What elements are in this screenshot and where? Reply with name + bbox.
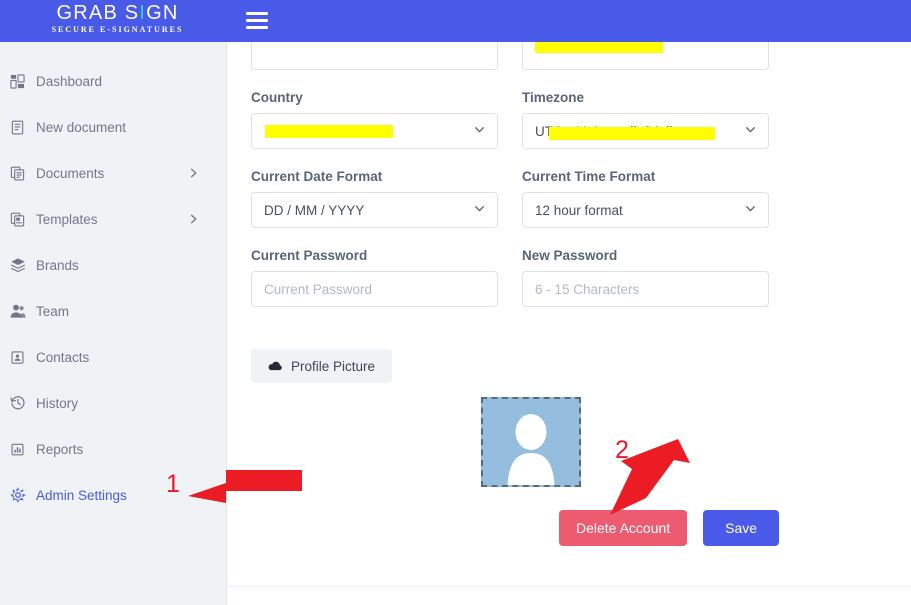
timezone-select[interactable]: UTC +11 Australia/Melbourne (522, 113, 769, 149)
timezone-label: Timezone (522, 90, 585, 105)
sidebar-item-team[interactable]: Team (0, 296, 226, 326)
country-select[interactable] (251, 113, 498, 149)
sidebar-item-new-document[interactable]: New document (0, 112, 226, 142)
dashboard-grid-icon (10, 72, 36, 90)
bar-chart-icon (10, 440, 36, 458)
redaction-highlight (535, 42, 663, 53)
contact-card-icon (10, 348, 36, 366)
form-field-top-right (522, 42, 769, 70)
row-spacer (251, 70, 801, 90)
form-field-new-password: New Password 6 - 15 Characters (522, 248, 769, 307)
sidebar-item-label: New document (36, 119, 127, 135)
hamburger-bar-2 (246, 19, 268, 22)
form-actions: Delete Account Save (559, 510, 780, 546)
top-left-input[interactable] (251, 42, 498, 70)
chevron-down-icon (744, 123, 757, 139)
profile-picture-upload-button[interactable]: Profile Picture (251, 349, 393, 383)
chevron-down-icon (473, 202, 486, 218)
sidebar-item-contacts[interactable]: Contacts (0, 342, 226, 372)
sidebar-item-label: Admin Settings (36, 487, 127, 503)
sidebar-item-label: History (36, 395, 79, 411)
new-password-placeholder: 6 - 15 Characters (535, 281, 640, 297)
time-format-label: Current Time Format (522, 169, 656, 184)
app-root: GRAB SIGN SECURE E-SIGNATURES Dashboard … (0, 0, 911, 605)
logo-tagline: SECURE E-SIGNATURES (51, 25, 184, 34)
new-password-input[interactable]: 6 - 15 Characters (522, 271, 769, 307)
current-password-placeholder: Current Password (264, 281, 373, 297)
people-icon (10, 302, 36, 320)
account-settings-form: Country Timezone UTC +11 Australia/Melbo… (251, 42, 801, 307)
clock-history-icon (10, 394, 36, 412)
logo-text-post: GN (146, 2, 179, 24)
sidebar-item-history[interactable]: History (0, 388, 226, 418)
sidebar-item-documents[interactable]: Documents (0, 158, 226, 188)
chevron-down-icon (744, 202, 757, 218)
form-field-time-format: Current Time Format 12 hour format (522, 169, 769, 228)
form-row-formats: Current Date Format DD / MM / YYYY Curre… (251, 169, 801, 228)
content-bottom-divider (228, 586, 911, 587)
sidebar-item-admin-settings[interactable]: Admin Settings (0, 480, 226, 510)
documents-stack-icon (10, 164, 36, 182)
row-spacer (251, 228, 801, 248)
sidebar-item-label: Templates (36, 211, 98, 227)
logo-pen-i-icon: I (139, 2, 147, 24)
main-content-area: Country Timezone UTC +11 Australia/Melbo… (228, 42, 911, 605)
redaction-highlight (549, 127, 715, 140)
sidebar-item-brands[interactable]: Brands (0, 250, 226, 280)
country-label: Country (251, 90, 303, 105)
brand-logo[interactable]: GRAB SIGN SECURE E-SIGNATURES (45, 2, 190, 36)
current-password-label: Current Password (251, 248, 368, 263)
document-icon (10, 118, 36, 136)
chevron-right-icon (188, 214, 199, 225)
default-user-avatar-icon (495, 409, 567, 485)
form-field-timezone: Timezone UTC +11 Australia/Melbourne (522, 90, 769, 149)
sidebar-nav: Dashboard New document Documents Templat… (0, 42, 227, 605)
chevron-right-icon (188, 168, 199, 179)
form-field-date-format: Current Date Format DD / MM / YYYY (251, 169, 498, 228)
annotation-number-2: 2 (615, 436, 629, 464)
sidebar-item-label: Brands (36, 257, 79, 273)
profile-picture-avatar[interactable] (481, 397, 581, 487)
current-password-input[interactable]: Current Password (251, 271, 498, 307)
hamburger-bar-1 (246, 12, 268, 15)
time-format-value: 12 hour format (535, 202, 623, 218)
sidebar-item-templates[interactable]: Templates (0, 204, 226, 234)
delete-account-button[interactable]: Delete Account (559, 510, 688, 546)
time-format-select[interactable]: 12 hour format (522, 192, 769, 228)
row-spacer (251, 149, 801, 169)
top-header-bar: GRAB SIGN SECURE E-SIGNATURES (0, 0, 911, 42)
sidebar-item-label: Contacts (36, 349, 90, 365)
date-format-label: Current Date Format (251, 169, 383, 184)
sidebar-item-label: Dashboard (36, 73, 103, 89)
date-format-select[interactable]: DD / MM / YYYY (251, 192, 498, 228)
redaction-highlight (265, 125, 393, 138)
logo-wordmark: GRAB SIGN (45, 2, 190, 24)
form-row-passwords: Current Password Current Password New Pa… (251, 248, 801, 307)
layers-icon (10, 256, 36, 274)
templates-icon (10, 210, 36, 228)
sidebar-item-reports[interactable]: Reports (0, 434, 226, 464)
new-password-label: New Password (522, 248, 618, 263)
hamburger-menu-icon[interactable] (246, 12, 268, 29)
top-right-input[interactable] (522, 42, 769, 70)
sidebar-item-dashboard[interactable]: Dashboard (0, 66, 226, 96)
logo-text-pre: GRAB S (56, 2, 140, 24)
save-button[interactable]: Save (703, 510, 780, 546)
form-row-top (251, 42, 801, 70)
sidebar-item-label: Documents (36, 165, 105, 181)
cloud-upload-icon (268, 360, 283, 373)
form-field-country: Country (251, 90, 498, 149)
annotation-number-1: 1 (166, 470, 180, 498)
chevron-down-icon (473, 123, 486, 139)
hamburger-bar-3 (246, 26, 268, 29)
form-field-current-password: Current Password Current Password (251, 248, 498, 307)
form-row-country-timezone: Country Timezone UTC +11 Australia/Melbo… (251, 90, 801, 149)
sidebar-item-label: Reports (36, 441, 84, 457)
date-format-value: DD / MM / YYYY (264, 202, 365, 218)
profile-picture-button-label: Profile Picture (291, 358, 376, 374)
gear-icon (10, 486, 36, 504)
sidebar-item-label: Team (36, 303, 70, 319)
form-field-top-left (251, 42, 498, 70)
